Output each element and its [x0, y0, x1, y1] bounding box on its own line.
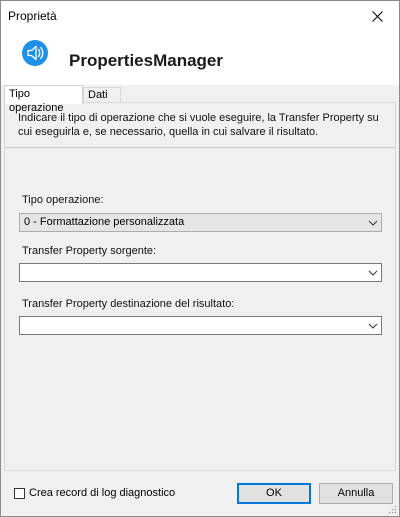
- destination-property-select[interactable]: [19, 316, 382, 335]
- operation-type-select[interactable]: 0 - Formattazione personalizzata: [19, 213, 382, 232]
- log-checkbox[interactable]: [14, 488, 25, 499]
- source-property-select[interactable]: [19, 263, 382, 282]
- instructions-text: Indicare il tipo di operazione che si vu…: [18, 112, 379, 138]
- speaker-icon: [22, 40, 48, 66]
- cancel-button[interactable]: Annulla: [319, 483, 393, 504]
- separator-line: [5, 147, 395, 148]
- tab-dati[interactable]: Dati: [83, 87, 121, 102]
- dialog-footer: Crea record di log diagnostico OK Annull…: [1, 471, 399, 516]
- tab-panel: [4, 102, 396, 471]
- log-checkbox-label[interactable]: Crea record di log diagnostico: [29, 487, 175, 499]
- chevron-down-icon: [368, 220, 378, 226]
- tab-strip: Tipo operazione Dati: [1, 85, 399, 114]
- operation-type-value: 0 - Formattazione personalizzata: [24, 216, 185, 228]
- app-title: PropertiesManager: [69, 51, 223, 70]
- chevron-down-icon: [368, 323, 378, 329]
- source-property-label: Transfer Property sorgente:: [22, 245, 157, 257]
- resize-grip-icon[interactable]: [387, 504, 397, 514]
- dialog-header: PropertiesManager: [1, 31, 399, 85]
- destination-property-label: Transfer Property destinazione del risul…: [22, 298, 235, 310]
- close-icon: [371, 10, 383, 22]
- properties-dialog: Proprietà PropertiesManager Tipo operazi…: [0, 0, 400, 517]
- window-title: Proprietà: [8, 9, 57, 23]
- tab-tipo-operazione[interactable]: Tipo operazione: [4, 85, 83, 114]
- close-button[interactable]: [355, 1, 399, 31]
- chevron-down-icon: [368, 270, 378, 276]
- operation-type-label: Tipo operazione:: [22, 194, 104, 206]
- ok-button[interactable]: OK: [237, 483, 311, 504]
- title-bar[interactable]: Proprietà: [1, 1, 399, 31]
